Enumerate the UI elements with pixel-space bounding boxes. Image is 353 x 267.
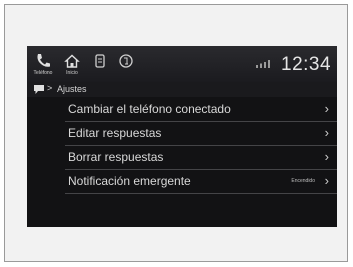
notification-icon[interactable] [117,52,135,70]
home-icon[interactable] [63,52,81,70]
chevron-right-icon: › [324,101,329,116]
breadcrumb-label: Ajustes [57,84,87,94]
infotainment-screen: Teléfono Inicio 12:34 > Ajustes Cambiar … [27,46,337,227]
manual-figure-frame: Teléfono Inicio 12:34 > Ajustes Cambiar … [4,4,348,262]
chevron-right-icon: › [324,149,329,164]
list-item-popup-notification[interactable]: Notificación emergente Encendido › [65,170,337,194]
list-item-edit-replies[interactable]: Editar respuestas › [65,122,337,146]
clock: 12:34 [281,54,332,75]
list-item-label: Borrar respuestas [68,150,164,164]
apps-icon[interactable] [91,52,109,70]
status-value: Encendido [291,178,315,184]
status-bar: Teléfono Inicio 12:34 [27,46,337,82]
signal-strength-icon [256,60,270,68]
settings-list: Cambiar el teléfono conectado › Editar r… [27,98,337,194]
phone-label: Teléfono [33,70,53,76]
chat-bubble-icon [34,85,44,94]
phone-icon[interactable] [34,52,52,70]
list-item-label: Notificación emergente [68,174,191,188]
breadcrumb[interactable]: > Ajustes [27,82,337,97]
list-item-label: Cambiar el teléfono conectado [68,102,231,116]
home-label: Inicio [66,70,78,76]
chevron-right-icon: › [324,125,329,140]
list-item-change-phone[interactable]: Cambiar el teléfono conectado › [65,98,337,122]
chevron-right-icon: › [324,173,329,188]
list-item-delete-replies[interactable]: Borrar respuestas › [65,146,337,170]
breadcrumb-separator: > [47,83,53,93]
list-item-label: Editar respuestas [68,126,162,140]
